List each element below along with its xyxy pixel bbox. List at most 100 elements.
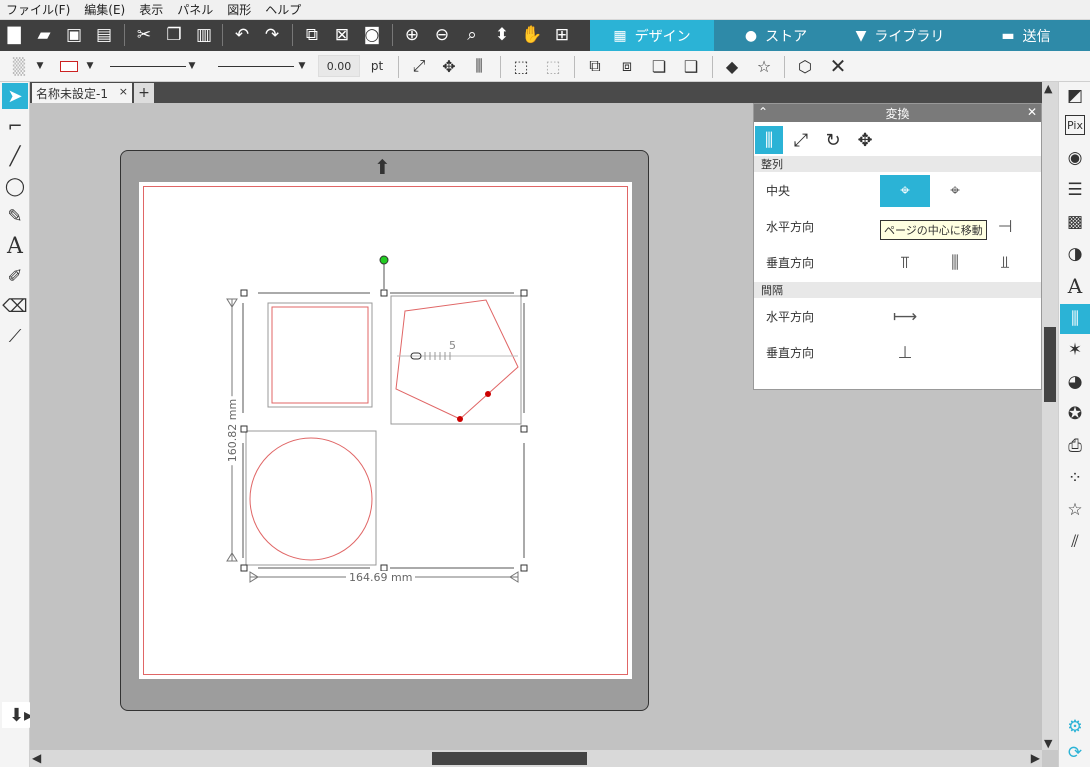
- align-right-button[interactable]: ⊣: [980, 211, 1030, 243]
- distribute-vertical-button[interactable]: ⊥: [880, 337, 930, 369]
- add-tab-icon[interactable]: +: [134, 83, 154, 103]
- tab-design[interactable]: ▦ デザイン: [590, 20, 714, 51]
- line-color-dropdown-icon[interactable]: ▼: [84, 55, 96, 77]
- print-icon[interactable]: ▤: [92, 23, 116, 47]
- menu-view[interactable]: 表示: [139, 1, 163, 18]
- drag-view-icon[interactable]: ⬍: [490, 23, 514, 47]
- fit-page-icon[interactable]: ⊞: [550, 23, 574, 47]
- dots-pattern-icon[interactable]: ⁘: [1062, 465, 1088, 491]
- horizontal-scroll-thumb[interactable]: [432, 752, 587, 765]
- line-color-swatch[interactable]: [58, 55, 80, 77]
- tab-rotate-icon[interactable]: ↻: [819, 126, 847, 154]
- line-tool-icon[interactable]: ╱: [2, 143, 28, 169]
- ellipse-tool-icon[interactable]: ◯: [2, 173, 28, 199]
- pan-hand-icon[interactable]: ✋: [520, 23, 544, 47]
- star-icon[interactable]: ☆: [750, 55, 778, 77]
- align-top-button[interactable]: ⫪: [880, 247, 930, 279]
- settings-gear-icon[interactable]: ⚙: [1062, 714, 1088, 740]
- offset-icon[interactable]: ✪: [1062, 401, 1088, 427]
- replicate-icon[interactable]: ✶: [1062, 337, 1088, 363]
- pencil-tool-icon[interactable]: ✎: [2, 203, 28, 229]
- sketch-icon[interactable]: ⫽: [1062, 529, 1088, 555]
- tab-send[interactable]: ▬ 送信: [962, 20, 1090, 51]
- tab-library[interactable]: ▼ ライブラリ: [838, 20, 962, 51]
- deselect-icon[interactable]: ⊠: [330, 23, 354, 47]
- line-join-select[interactable]: [216, 55, 296, 77]
- vertical-scrollbar[interactable]: ▲ ▼: [1042, 82, 1058, 750]
- cut-icon[interactable]: ✂: [132, 23, 156, 47]
- fill-pattern-icon[interactable]: ▒: [4, 55, 34, 77]
- menu-panel[interactable]: パネル: [177, 1, 213, 18]
- line-style-icon[interactable]: ☰: [1062, 177, 1088, 203]
- line-style-select[interactable]: [108, 55, 188, 77]
- zoom-in-icon[interactable]: ⊕: [400, 23, 424, 47]
- menu-edit[interactable]: 編集(E): [84, 1, 125, 18]
- vertical-scroll-thumb[interactable]: [1044, 327, 1056, 402]
- tab-store[interactable]: ● ストア: [714, 20, 838, 51]
- move-icon[interactable]: ✥: [436, 55, 462, 77]
- scroll-down-icon[interactable]: ▼: [1044, 737, 1052, 750]
- menu-file[interactable]: ファイル(F): [6, 1, 70, 18]
- eraser-tool-icon[interactable]: ⌫: [2, 293, 28, 319]
- ungroup-icon[interactable]: ⬚: [540, 55, 566, 77]
- star-outline-icon[interactable]: ☆: [1062, 497, 1088, 523]
- panel-close-icon[interactable]: ✕: [1027, 105, 1037, 119]
- shape-library-icon[interactable]: ◆: [718, 55, 746, 77]
- zoom-out-icon[interactable]: ⊖: [430, 23, 454, 47]
- point-edit-icon[interactable]: ⌐: [2, 113, 28, 139]
- line-join-dropdown-icon[interactable]: ▼: [296, 55, 308, 77]
- distribute-horizontal-button[interactable]: ⟼: [880, 301, 930, 333]
- align-bottom-button[interactable]: ⫫: [980, 247, 1030, 279]
- document-tab[interactable]: 名称未設定-1 ×: [32, 83, 132, 103]
- scroll-left-icon[interactable]: ◀: [32, 751, 41, 765]
- text-tool-icon[interactable]: A: [2, 233, 28, 259]
- horizontal-scrollbar[interactable]: ◀ ▶: [30, 750, 1042, 767]
- bring-forward-icon[interactable]: ⧈: [614, 55, 640, 77]
- tab-align-icon[interactable]: ⫼: [755, 126, 783, 154]
- fill-palette-icon[interactable]: ◉: [1062, 145, 1088, 171]
- select-all-icon[interactable]: ⧉: [300, 23, 324, 47]
- zoom-select-icon[interactable]: ⌕: [460, 23, 484, 47]
- new-document-icon[interactable]: ▇: [2, 23, 26, 47]
- align-middle-button[interactable]: ⫼: [930, 247, 980, 279]
- align-icon[interactable]: ⫼: [466, 55, 492, 77]
- tab-close-icon[interactable]: ×: [119, 85, 128, 98]
- center-button[interactable]: ⌖: [930, 175, 980, 207]
- scale-icon[interactable]: ⤢: [406, 55, 432, 77]
- tab-scale-icon[interactable]: ⤢: [787, 126, 815, 154]
- redo-icon[interactable]: ↷: [260, 23, 284, 47]
- line-style-dropdown-icon[interactable]: ▼: [186, 55, 198, 77]
- menu-help[interactable]: ヘルプ: [265, 1, 301, 18]
- save-icon[interactable]: ▣: [62, 23, 86, 47]
- paste-icon[interactable]: ▥: [192, 23, 216, 47]
- select-arrow-icon[interactable]: ➤: [2, 83, 28, 109]
- sync-icon[interactable]: ⟳: [1062, 740, 1088, 766]
- tab-move-icon[interactable]: ✥: [851, 126, 879, 154]
- knife-tool-icon[interactable]: ⟋: [2, 323, 28, 349]
- close-x-icon[interactable]: ✕: [824, 54, 852, 78]
- collapse-chevron-icon[interactable]: ⌃: [758, 105, 768, 119]
- 3d-box-icon[interactable]: ⬡: [790, 55, 820, 77]
- text-style-icon[interactable]: A: [1062, 273, 1088, 299]
- send-back-icon[interactable]: ❑: [678, 55, 704, 77]
- pixscan-icon[interactable]: Pix: [1065, 115, 1085, 135]
- group-icon[interactable]: ⬚: [508, 55, 534, 77]
- copy-icon[interactable]: ❐: [162, 23, 186, 47]
- fill-tool-icon[interactable]: ✐: [2, 263, 28, 289]
- transform-panel-icon[interactable]: ⫼: [1060, 304, 1090, 334]
- undo-icon[interactable]: ↶: [230, 23, 254, 47]
- contrast-icon[interactable]: ◑: [1062, 241, 1088, 267]
- scroll-right-icon[interactable]: ▶: [1031, 751, 1040, 765]
- page-setup-icon[interactable]: ◩: [1062, 83, 1088, 109]
- page[interactable]: [139, 182, 632, 679]
- scroll-up-icon[interactable]: ▲: [1044, 82, 1052, 95]
- center-to-page-button[interactable]: ⌖: [880, 175, 930, 207]
- select-by-color-icon[interactable]: ◙: [360, 23, 384, 47]
- send-backward-icon[interactable]: ❏: [646, 55, 672, 77]
- image-effects-icon[interactable]: ▩: [1062, 209, 1088, 235]
- modify-icon[interactable]: ◕: [1062, 369, 1088, 395]
- bring-front-icon[interactable]: ⧉: [582, 55, 608, 77]
- trace-icon[interactable]: ⎙: [1062, 433, 1088, 459]
- fill-dropdown-icon[interactable]: ▼: [34, 55, 46, 77]
- line-width-input[interactable]: 0.00: [318, 55, 360, 77]
